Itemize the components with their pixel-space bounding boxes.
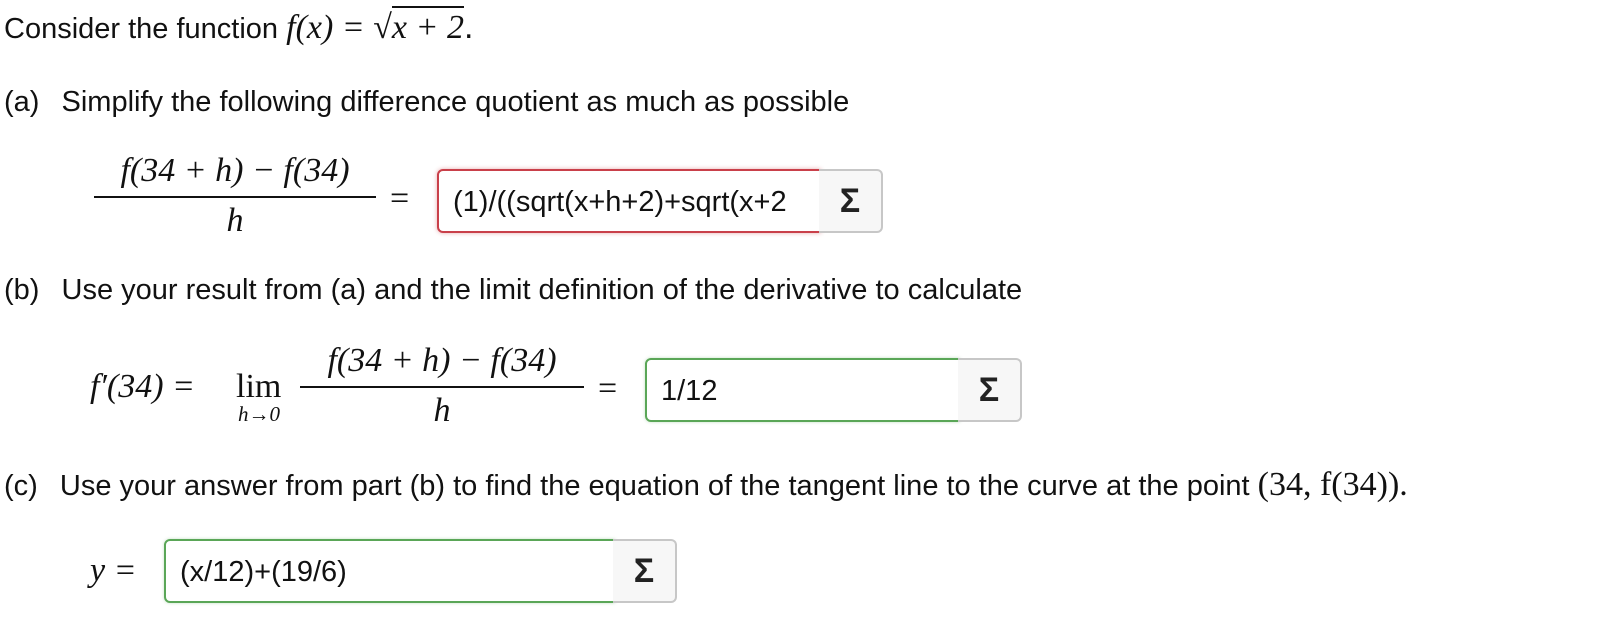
- intro-line: Consider the function f(x) = √x + 2.: [4, 6, 474, 47]
- part-b-label: (b): [4, 274, 40, 306]
- part-a-denominator: h: [226, 202, 244, 239]
- part-c-text: Use your answer from part (b) to find th…: [59, 470, 1250, 502]
- part-b-fraction: f(34 + h) − f(34) h: [300, 342, 584, 430]
- part-a-prompt: (a) Simplify the following difference qu…: [4, 86, 849, 119]
- part-b-answer-input[interactable]: 1/12: [645, 358, 960, 422]
- part-c-prompt: (c) Use your answer from part (b) to fin…: [4, 466, 1408, 504]
- sigma-icon[interactable]: Σ: [958, 358, 1022, 422]
- part-a-label: (a): [4, 86, 40, 118]
- part-b-lim-subscript: h→0: [238, 402, 280, 426]
- part-c-point: (34, f(34)).: [1257, 466, 1408, 503]
- part-c-lhs: y =: [90, 552, 137, 589]
- part-b-lhs: f′(34) =: [90, 368, 195, 405]
- intro-text: Consider the function: [4, 13, 279, 45]
- part-a-text: Simplify the following difference quotie…: [61, 86, 850, 118]
- sqrt-expression: √x + 2: [373, 6, 464, 47]
- part-b-equals: =: [598, 370, 618, 407]
- part-a-numerator: f(34 + h) − f(34): [120, 152, 350, 189]
- function-lhs: f(x) =: [286, 9, 374, 46]
- part-b-lim: lim: [236, 368, 282, 405]
- intro-period: .: [463, 8, 474, 46]
- part-b-numerator: f(34 + h) − f(34): [327, 342, 557, 379]
- part-b-prompt: (b) Use your result from (a) and the lim…: [4, 274, 1022, 307]
- sqrt-symbol: √: [373, 9, 392, 46]
- part-b-text: Use your result from (a) and the limit d…: [61, 274, 1023, 306]
- sigma-icon[interactable]: Σ: [819, 169, 883, 233]
- part-a-answer-input[interactable]: (1)/((sqrt(x+h+2)+sqrt(x+2: [437, 169, 821, 233]
- part-a-equals: =: [390, 180, 410, 217]
- part-c-label: (c): [4, 470, 38, 502]
- part-b-denominator: h: [433, 392, 451, 429]
- part-c-answer-input[interactable]: (x/12)+(19/6): [164, 539, 615, 603]
- sqrt-argument: x + 2: [391, 6, 464, 46]
- part-a-fraction: f(34 + h) − f(34) h: [94, 152, 376, 240]
- sigma-icon[interactable]: Σ: [613, 539, 677, 603]
